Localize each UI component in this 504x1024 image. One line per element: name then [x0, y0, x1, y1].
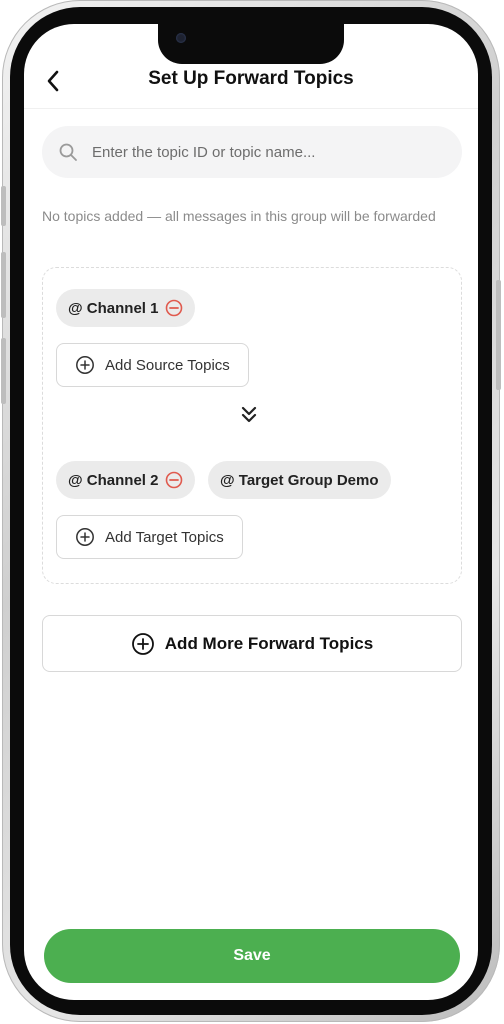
remove-topic-icon[interactable]	[165, 299, 183, 317]
plus-circle-icon	[131, 632, 155, 656]
plus-circle-icon	[75, 527, 95, 547]
double-chevron-down-icon	[241, 406, 261, 426]
add-source-label: Add Source Topics	[105, 356, 230, 374]
page-title: Set Up Forward Topics	[148, 68, 354, 89]
add-source-topics-button[interactable]: Add Source Topics	[56, 343, 249, 387]
search-input[interactable]	[92, 143, 462, 161]
add-target-label: Add Target Topics	[105, 528, 224, 546]
search-icon	[58, 141, 80, 163]
silent-switch	[1, 186, 6, 226]
camera-icon	[176, 33, 186, 43]
plus-circle-icon	[75, 355, 95, 375]
header-divider	[24, 108, 478, 109]
empty-notice: No topics added — all messages in this g…	[42, 208, 436, 224]
header: Set Up Forward Topics	[24, 58, 478, 110]
app-screen: Set Up Forward Topics No topics added — …	[24, 24, 478, 1000]
chip-label: @ Channel 1	[68, 299, 159, 317]
search-bar[interactable]	[42, 126, 462, 178]
add-more-label: Add More Forward Topics	[164, 633, 374, 653]
notch	[158, 24, 344, 64]
power-button	[496, 280, 501, 390]
forward-topic-group: @ Channel 1 Add Source Topics @ Channel …	[42, 267, 462, 584]
chip-label: @ Target Group Demo	[220, 471, 379, 489]
chip-label: @ Channel 2	[68, 471, 159, 489]
target-topic-chip[interactable]: @ Target Group Demo	[208, 461, 391, 499]
remove-topic-icon[interactable]	[165, 471, 183, 489]
target-topic-chip[interactable]: @ Channel 2	[56, 461, 196, 499]
volume-down-button	[1, 338, 6, 404]
add-target-topics-button[interactable]: Add Target Topics	[56, 515, 243, 559]
volume-up-button	[1, 252, 6, 318]
add-more-forward-topics-button[interactable]: Add More Forward Topics	[42, 615, 462, 672]
source-topic-chip[interactable]: @ Channel 1	[56, 289, 196, 327]
save-button[interactable]: Save	[44, 929, 460, 983]
